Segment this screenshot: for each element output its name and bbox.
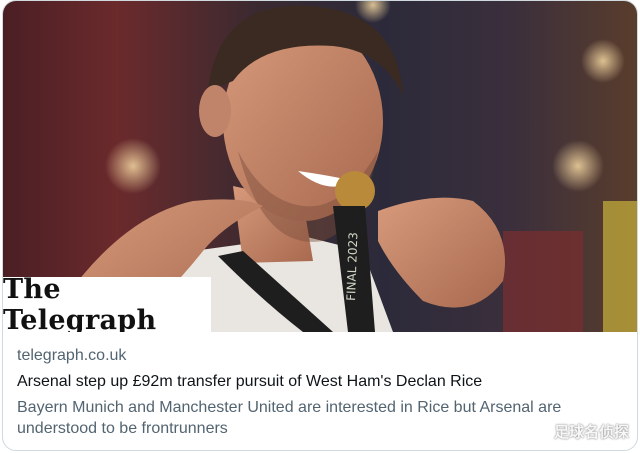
link-description: Bayern Munich and Manchester United are … <box>17 399 562 437</box>
card-image[interactable]: FINAL 2023 The Telegraph <box>3 1 637 333</box>
svg-text:FINAL 2023: FINAL 2023 <box>344 232 360 301</box>
watermark: 足球名侦探 <box>553 423 629 441</box>
link-headline[interactable]: Arsenal step up £92m transfer pursuit of… <box>17 371 627 393</box>
publisher-logo: The Telegraph <box>3 273 211 333</box>
link-domain[interactable]: telegraph.co.uk <box>17 345 627 367</box>
card-body[interactable]: telegraph.co.uk Arsenal step up £92m tra… <box>17 345 627 439</box>
telegraph-logo-text: The Telegraph <box>3 273 157 333</box>
link-preview-card[interactable]: FINAL 2023 The Telegraph telegraph.co.uk… <box>2 0 638 451</box>
